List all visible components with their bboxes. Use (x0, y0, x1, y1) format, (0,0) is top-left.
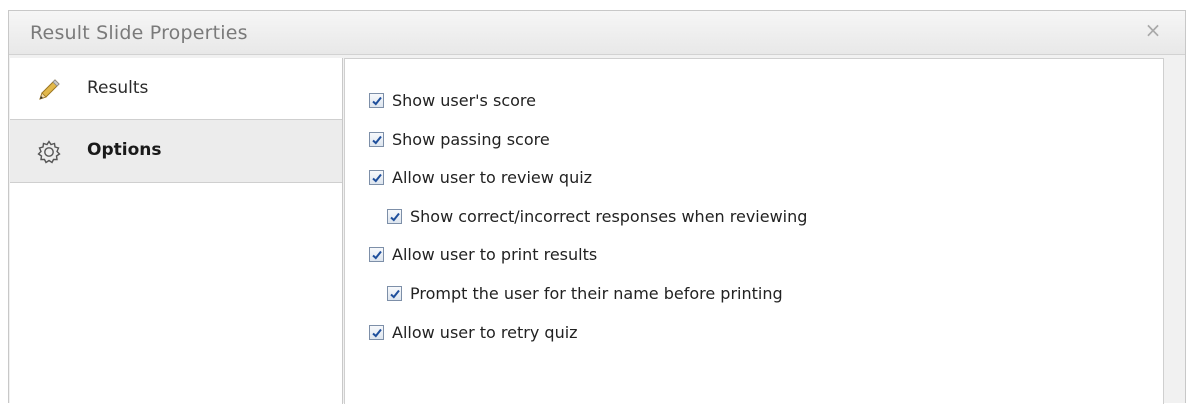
show-correct-incorrect-option[interactable]: Show correct/incorrect responses when re… (387, 205, 807, 227)
sidebar-item-label: Results (87, 78, 149, 98)
dialog-title: Result Slide Properties (30, 22, 248, 44)
allow-print-results-checkbox[interactable] (369, 246, 384, 262)
option-label: Show passing score (392, 129, 550, 149)
sidebar-item-label: Options (87, 140, 162, 160)
option-label: Allow user to print results (392, 244, 598, 264)
show-correct-incorrect-checkbox[interactable] (387, 208, 402, 224)
allow-retry-quiz-checkbox[interactable] (369, 324, 384, 340)
dialog-titlebar: Result Slide Properties × (9, 11, 1185, 55)
allow-retry-quiz-option[interactable]: Allow user to retry quiz (369, 321, 578, 343)
result-slide-properties-dialog: Result Slide Properties × Results Option… (8, 10, 1186, 404)
show-users-score-checkbox[interactable] (369, 92, 384, 108)
options-panel: Show user's score Show passing score All… (344, 58, 1164, 404)
allow-review-quiz-option[interactable]: Allow user to review quiz (369, 166, 592, 188)
option-label: Allow user to retry quiz (392, 322, 578, 342)
sidebar: Results Options (10, 58, 343, 404)
show-passing-score-option[interactable]: Show passing score (369, 128, 550, 150)
option-label: Show user's score (392, 90, 536, 110)
option-label: Prompt the user for their name before pr… (410, 283, 783, 303)
close-icon[interactable]: × (1141, 18, 1165, 42)
allow-print-results-option[interactable]: Allow user to print results (369, 243, 597, 265)
option-label: Allow user to review quiz (392, 167, 593, 187)
sidebar-item-options[interactable]: Options (10, 120, 342, 183)
gear-icon (36, 139, 62, 165)
show-users-score-option[interactable]: Show user's score (369, 89, 536, 111)
show-passing-score-checkbox[interactable] (369, 131, 384, 147)
option-label: Show correct/incorrect responses when re… (410, 206, 808, 226)
pencil-icon (36, 77, 62, 103)
prompt-name-before-printing-option[interactable]: Prompt the user for their name before pr… (387, 282, 783, 304)
allow-review-quiz-checkbox[interactable] (369, 169, 384, 185)
prompt-name-before-printing-checkbox[interactable] (387, 285, 402, 301)
sidebar-item-results[interactable]: Results (10, 58, 342, 120)
